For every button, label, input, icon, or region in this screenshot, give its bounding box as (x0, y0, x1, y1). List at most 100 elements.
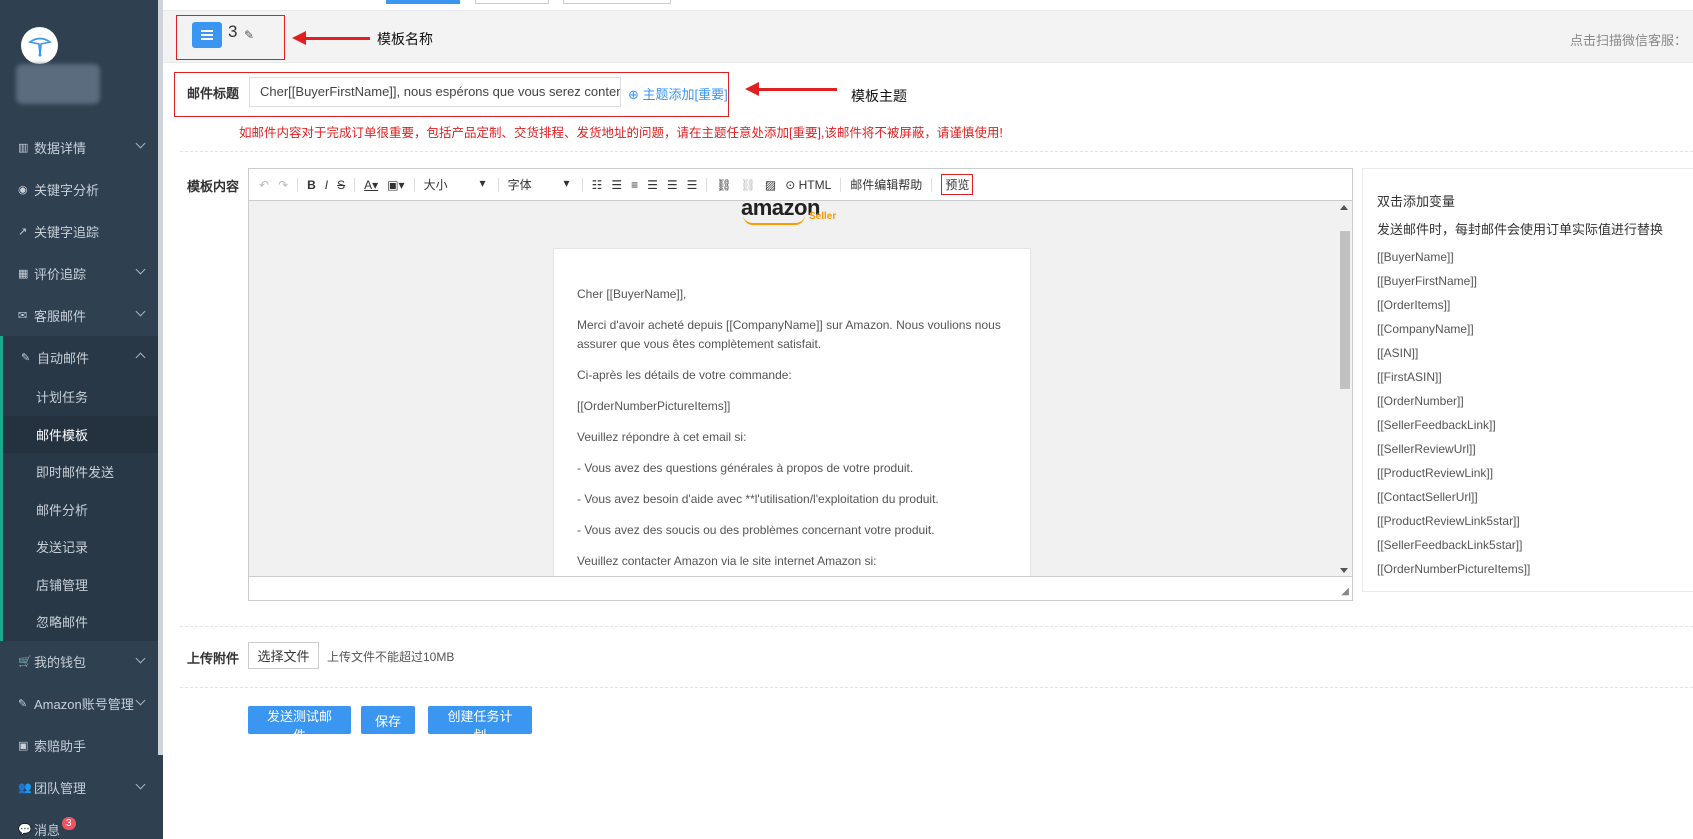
link-icon[interactable]: ⛓ (716, 178, 731, 192)
bar-chart-icon: ▥ (18, 141, 29, 154)
content-label: 模板内容 (187, 179, 240, 194)
sidebar-item-amazon-accounts[interactable]: ✎ Amazon账号管理 (0, 683, 158, 725)
toolbar-separator (413, 177, 415, 192)
unordered-list-icon[interactable]: ☰ (611, 178, 622, 192)
sidebar-subitem-mail-analysis[interactable]: 邮件分析 (3, 491, 158, 529)
variable-item[interactable]: [[BuyerFirstName]] (1377, 269, 1679, 293)
italic-icon[interactable]: I (325, 178, 328, 192)
chevron-up-icon (135, 352, 146, 363)
sidebar-subitem-send-records[interactable]: 发送记录 (3, 528, 158, 566)
choose-file-button[interactable]: 选择文件 (248, 642, 319, 669)
add-icon: ⊕ (628, 87, 639, 102)
chevron-down-icon (135, 306, 146, 317)
editor-content-area[interactable]: amazon Seller Cher [[BuyerName]], Merci … (249, 201, 1352, 577)
align-left-icon[interactable]: ☰ (647, 178, 658, 192)
variable-item[interactable]: [[ContactSellerUrl]] (1377, 485, 1679, 509)
send-test-mail-button[interactable]: 发送测试邮件 (248, 706, 351, 743)
logo-icon (27, 37, 52, 56)
sidebar-item-claim-assistant[interactable]: ▣ 索赔助手 (0, 725, 158, 767)
scroll-up-icon[interactable] (1340, 205, 1348, 210)
user-avatar[interactable] (16, 64, 100, 104)
variable-item[interactable]: [[FirstASIN]] (1377, 365, 1679, 389)
font-size-label: 大小 (423, 178, 448, 192)
line-chart-icon: ↗ (18, 225, 28, 238)
variable-item[interactable]: [[SellerFeedbackLink5star]] (1377, 533, 1679, 557)
sidebar-item-auto-mail[interactable]: ✎ 自动邮件 (0, 336, 158, 378)
sidebar-subitem-mail-templates[interactable]: 邮件模板 (3, 415, 158, 453)
chevron-down-icon (135, 695, 146, 705)
edit-icon: ✎ (21, 351, 31, 364)
subject-label: 邮件标题 (187, 86, 240, 101)
table-icon: ▦ (18, 267, 29, 280)
font-size-select[interactable]: 大小 ▾ (424, 176, 486, 193)
sidebar-item-team-management[interactable]: 👥 团队管理 (0, 767, 158, 809)
sidebar-item-label: 自动邮件 (37, 350, 90, 366)
mail-paragraph: - Vous avez des soucis ou des problèmes … (577, 523, 935, 537)
sidebar-subitem-instant-send[interactable]: 即时邮件发送 (3, 453, 158, 491)
variable-item[interactable]: [[OrderNumberPictureItems]] (1377, 557, 1679, 581)
create-task-button[interactable]: 创建任务计划 (428, 706, 532, 743)
image-icon[interactable]: ▨ (765, 178, 776, 192)
sidebar-item-messages[interactable]: 💬 消息 3 (0, 809, 158, 839)
variable-item[interactable]: [[ASIN]] (1377, 341, 1679, 365)
add-important-link[interactable]: ⊕ 主题添加[重要] (628, 84, 728, 103)
sidebar-item-review-tracking[interactable]: ▦ 评价追踪 (0, 252, 158, 294)
mail-paragraph: Veuillez contacter Amazon via le site in… (577, 554, 877, 568)
background-color-icon[interactable]: ▣▾ (387, 178, 404, 192)
font-family-select[interactable]: 字体 ▾ (508, 176, 570, 193)
strikethrough-icon[interactable]: S (337, 178, 345, 192)
redo-icon[interactable]: ↷ (278, 178, 288, 192)
horizontal-rule-icon[interactable]: ≡ (631, 178, 638, 192)
undo-icon[interactable]: ↶ (259, 178, 269, 192)
top-tab[interactable] (563, 0, 671, 4)
sidebar-item-wallet[interactable]: 🛒 我的钱包 (0, 641, 158, 683)
amazon-smile-icon (743, 215, 805, 225)
top-tab[interactable] (475, 0, 549, 4)
divider (180, 151, 1693, 152)
subject-input[interactable]: Cher[[BuyerFirstName]], nous espérons qu… (249, 77, 621, 107)
variable-item[interactable]: [[ProductReviewLink5star]] (1377, 509, 1679, 533)
font-color-icon[interactable]: A▾ (364, 178, 378, 192)
divider (180, 687, 1693, 688)
variable-item[interactable]: [[OrderItems]] (1377, 293, 1679, 317)
message-count-badge: 3 (62, 817, 76, 830)
sidebar-item-keyword-tracking[interactable]: ↗ 关键字追踪 (0, 210, 158, 252)
chevron-down-icon (135, 653, 146, 663)
amazon-seller-label: Seller (809, 211, 837, 222)
ordered-list-icon[interactable]: ☷ (592, 178, 603, 192)
scroll-thumb[interactable] (1340, 231, 1350, 389)
sidebar-item-label: 关键字分析 (34, 182, 100, 198)
sidebar-scrollbar[interactable] (158, 0, 163, 755)
app-logo[interactable] (21, 27, 58, 64)
editor-help-button[interactable]: 邮件编辑帮助 (850, 176, 922, 193)
editor-scrollbar[interactable] (1337, 201, 1352, 577)
sidebar-item-data-details[interactable]: ▥ 数据详情 (0, 126, 158, 168)
scroll-down-icon[interactable] (1340, 568, 1348, 573)
sidebar-item-label: 关键字追踪 (34, 224, 100, 240)
resize-handle-icon[interactable]: ◢ (1341, 586, 1349, 597)
variable-item[interactable]: [[ProductReviewLink]] (1377, 461, 1679, 485)
variable-item[interactable]: [[SellerReviewUrl]] (1377, 437, 1679, 461)
sidebar-subitem-scheduled-tasks[interactable]: 计划任务 (3, 378, 158, 416)
unlink-icon[interactable]: ⛓ (741, 178, 756, 192)
sidebar-item-keyword-analysis[interactable]: ◉ 关键字分析 (0, 168, 158, 210)
top-tab-active[interactable] (386, 0, 460, 4)
sidebar-item-label: 团队管理 (34, 781, 87, 796)
html-source-button[interactable]: ⊙ HTML (785, 178, 831, 192)
variable-item[interactable]: [[CompanyName]] (1377, 317, 1679, 341)
variable-item[interactable]: [[OrderNumber]] (1377, 389, 1679, 413)
save-button[interactable]: 保存 (361, 706, 415, 734)
sidebar-item-label: Amazon账号管理 (34, 697, 134, 712)
wechat-service-note: 点击扫描微信客服： (1569, 33, 1687, 48)
sidebar-nav: ▥ 数据详情 ◉ 关键字分析 ↗ 关键字追踪 ▦ 评价追踪 ✉ 客服邮件 ✎ 自… (0, 126, 158, 839)
align-center-icon[interactable]: ☰ (667, 178, 678, 192)
variable-item[interactable]: [[BuyerName]] (1377, 245, 1679, 269)
align-right-icon[interactable]: ☰ (687, 178, 698, 192)
sidebar-item-service-mail[interactable]: ✉ 客服邮件 (0, 294, 158, 336)
toolbar-separator (706, 177, 708, 192)
bold-icon[interactable]: B (307, 178, 316, 192)
variable-item[interactable]: [[SellerFeedbackLink]] (1377, 413, 1679, 437)
sidebar-subitem-ignored-mail[interactable]: 忽略邮件 (3, 603, 158, 641)
sidebar-subitem-store-management[interactable]: 店铺管理 (3, 566, 158, 604)
preview-button[interactable]: 预览 (941, 174, 974, 195)
